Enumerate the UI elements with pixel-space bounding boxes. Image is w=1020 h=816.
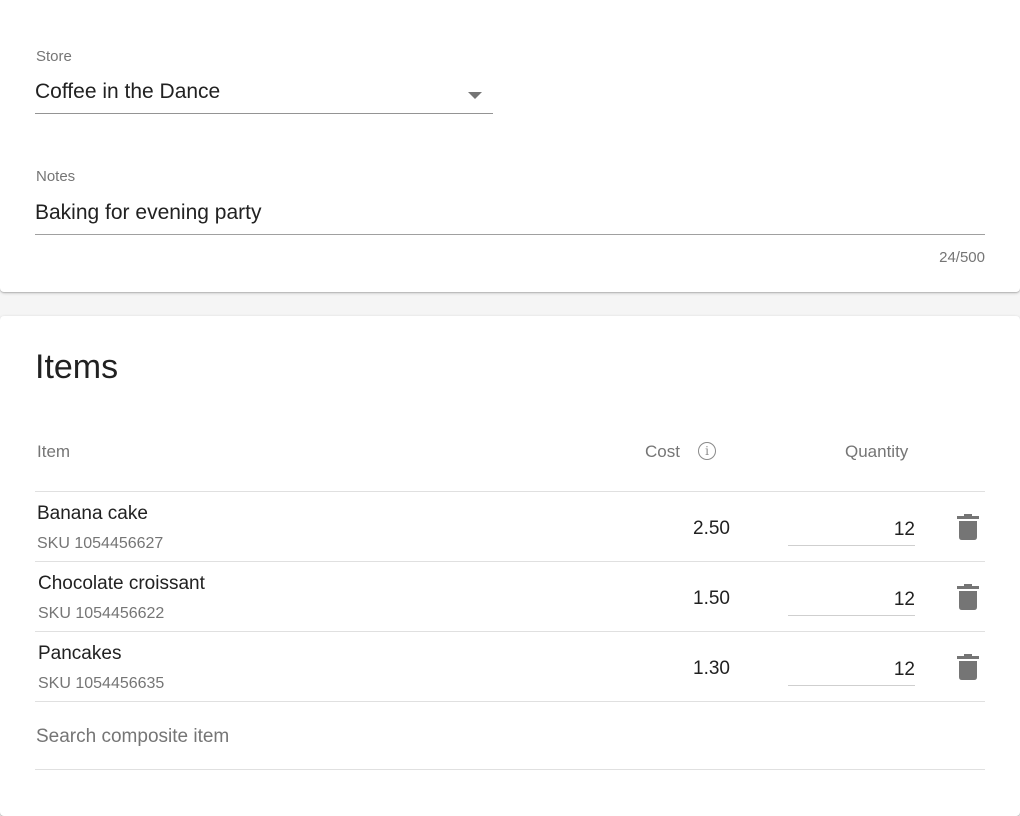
info-icon[interactable]: i [698, 442, 716, 460]
item-cost: 1.50 [693, 588, 730, 609]
quantity-input[interactable]: 12 [788, 515, 915, 546]
item-name: Banana cake [37, 503, 148, 524]
item-sku: SKU 1054456622 [38, 605, 165, 622]
details-card [0, 0, 1020, 292]
item-cost: 2.50 [693, 518, 730, 539]
trash-icon[interactable] [957, 654, 979, 680]
quantity-input[interactable]: 12 [788, 655, 915, 686]
store-value[interactable]: Coffee in the Dance [35, 80, 220, 104]
notes-char-counter: 24/500 [939, 249, 985, 266]
search-composite-item-input[interactable]: Search composite item [36, 726, 229, 748]
dropdown-arrow-icon[interactable] [468, 92, 482, 99]
row-divider [35, 561, 985, 562]
trash-icon[interactable] [957, 514, 979, 540]
store-underline [35, 113, 493, 114]
item-sku: SKU 1054456627 [37, 535, 164, 552]
row-divider [35, 631, 985, 632]
search-underline [35, 769, 985, 770]
quantity-value[interactable]: 12 [894, 659, 915, 681]
quantity-value[interactable]: 12 [894, 589, 915, 611]
quantity-input[interactable]: 12 [788, 585, 915, 616]
row-divider [35, 701, 985, 702]
quantity-value[interactable]: 12 [894, 519, 915, 541]
items-title: Items [35, 348, 119, 386]
column-header-item: Item [37, 442, 71, 461]
item-cost: 1.30 [693, 658, 730, 679]
item-name: Pancakes [38, 643, 122, 664]
notes-input[interactable]: Baking for evening party [35, 201, 261, 225]
trash-icon[interactable] [957, 584, 979, 610]
store-label: Store [36, 48, 72, 65]
item-name: Chocolate croissant [38, 573, 205, 594]
column-header-cost: Cost [645, 442, 680, 461]
header-divider [35, 491, 985, 492]
item-sku: SKU 1054456635 [38, 675, 165, 692]
notes-underline [35, 234, 985, 235]
column-header-quantity: Quantity [845, 442, 909, 461]
notes-label: Notes [36, 168, 76, 185]
